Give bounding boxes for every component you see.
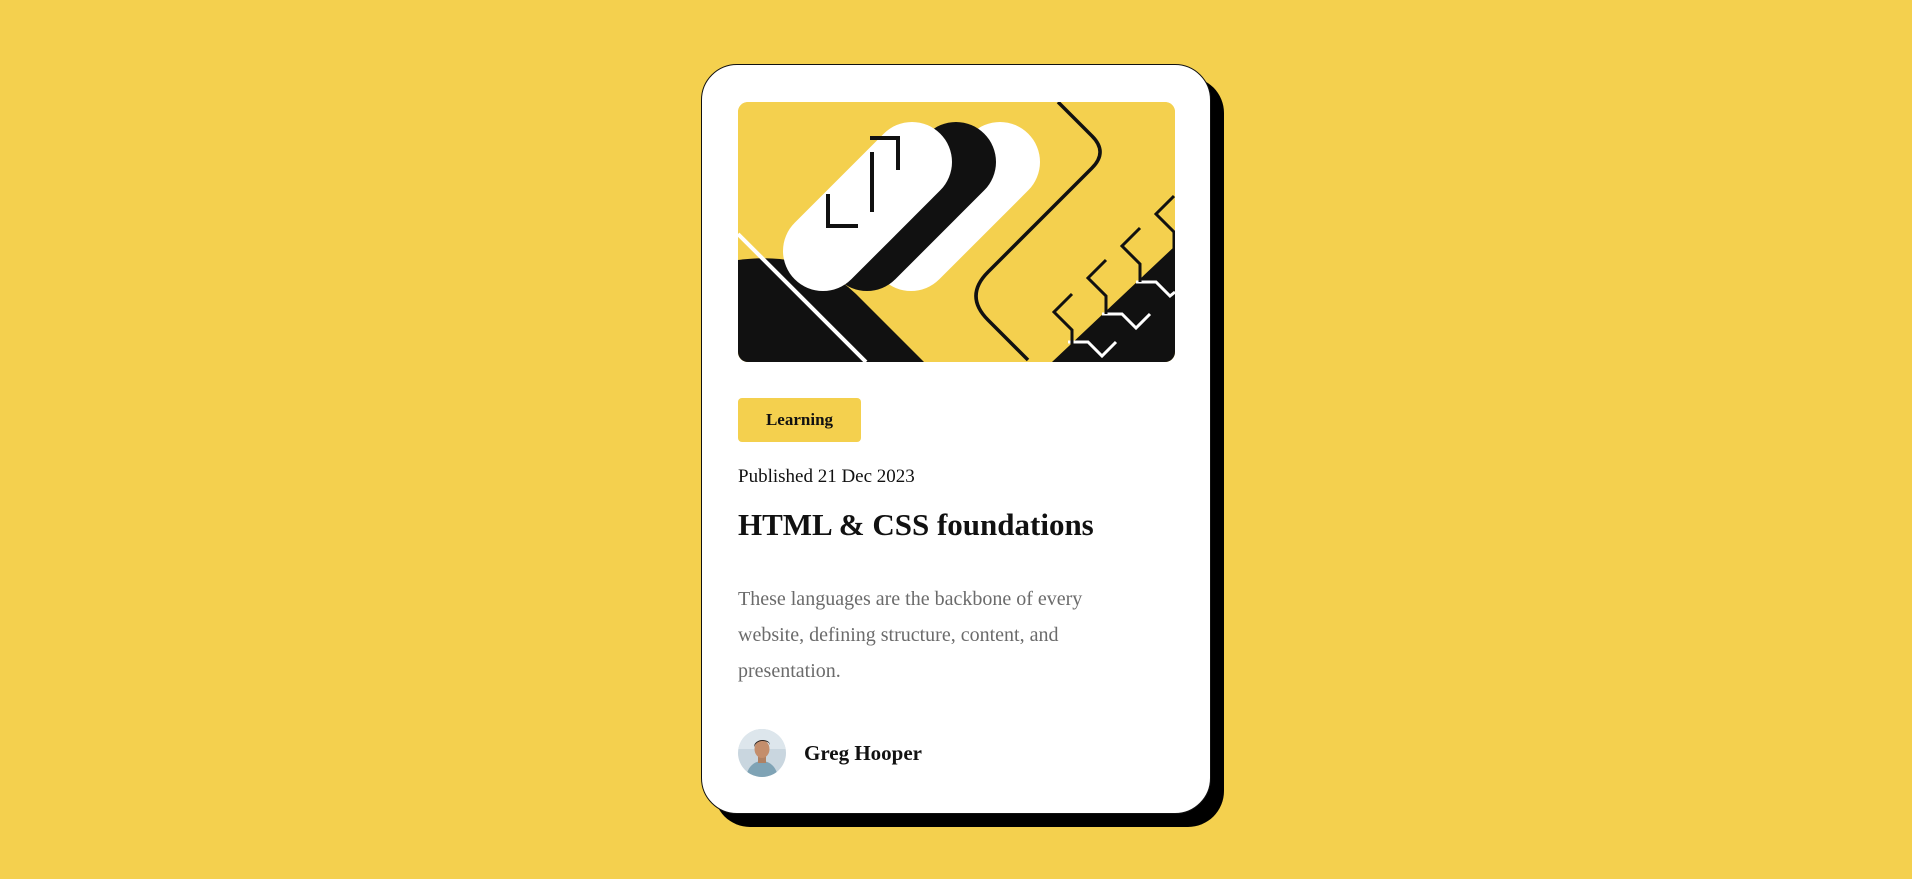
author-section: Greg Hooper	[738, 729, 922, 777]
card-title[interactable]: HTML & CSS foundations	[738, 507, 1094, 543]
blog-preview-card: Learning Published 21 Dec 2023 HTML & CS…	[701, 64, 1211, 814]
author-avatar	[738, 729, 786, 777]
published-date: Published 21 Dec 2023	[738, 466, 915, 487]
author-name[interactable]: Greg Hooper	[804, 741, 922, 766]
category-tag[interactable]: Learning	[738, 398, 861, 442]
card-description: These languages are the backbone of ever…	[738, 588, 1083, 682]
hero-illustration	[738, 102, 1175, 362]
